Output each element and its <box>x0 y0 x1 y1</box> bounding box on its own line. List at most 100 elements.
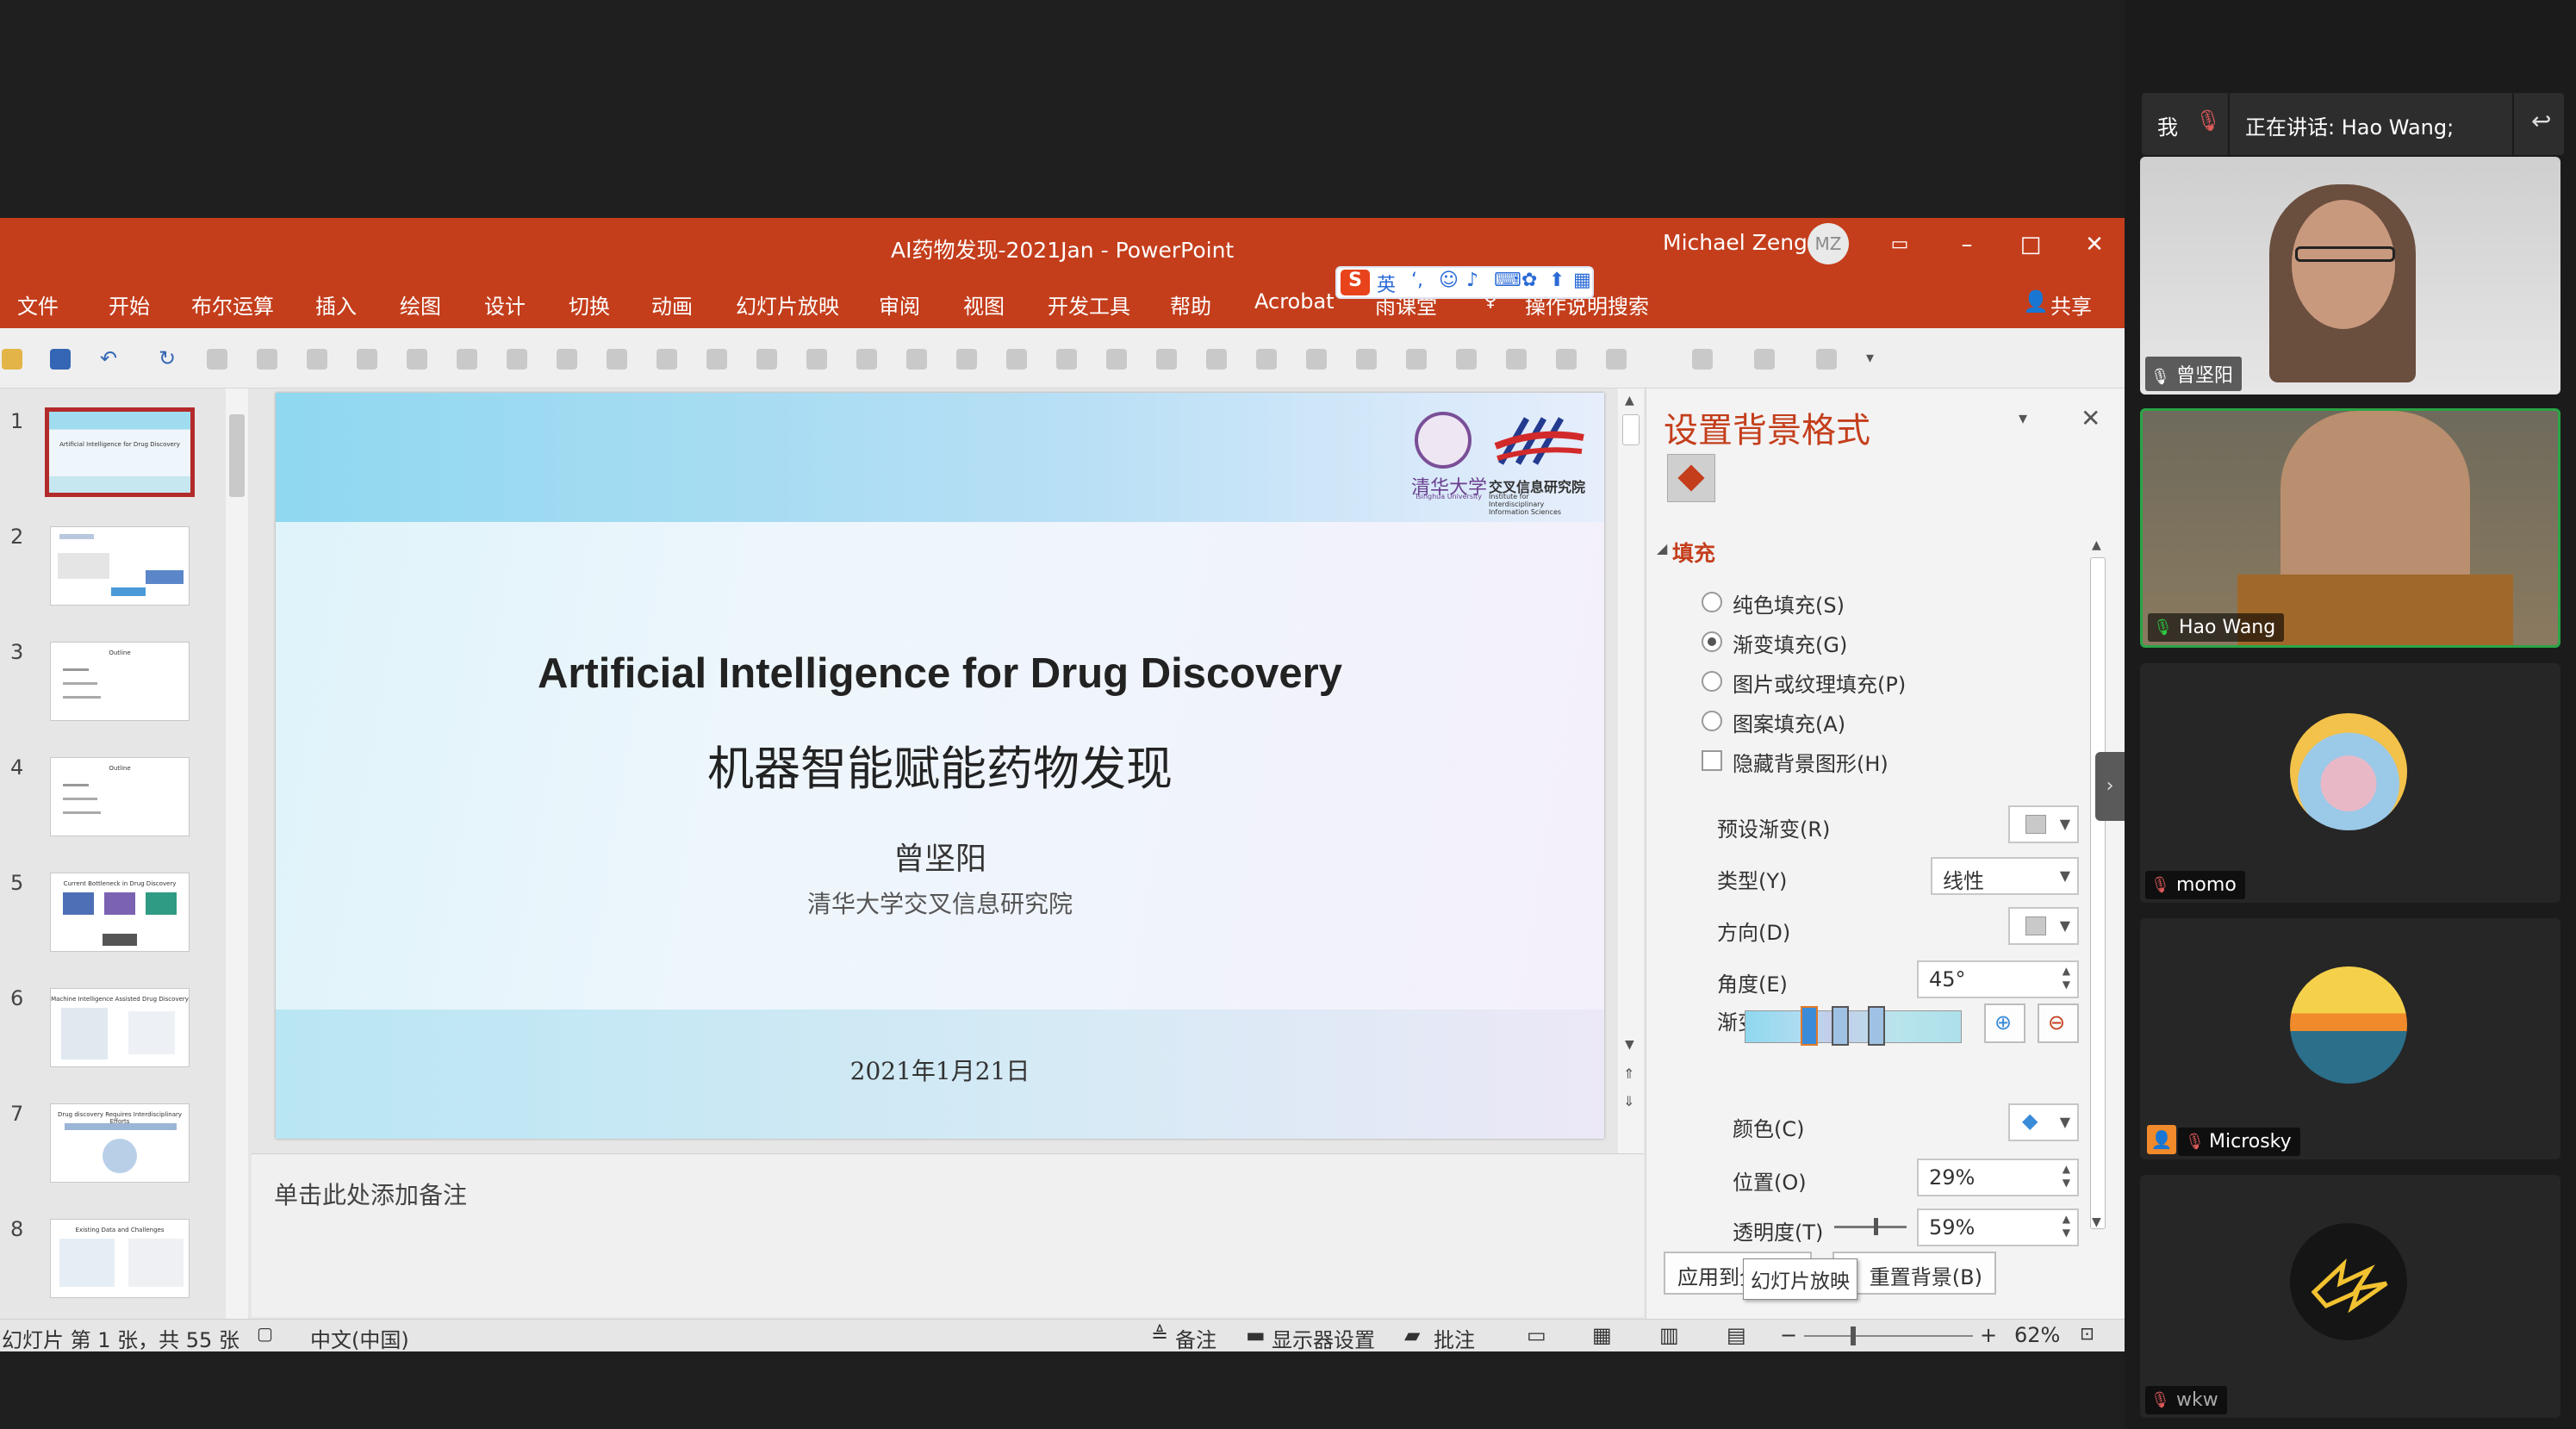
tool-icon-2[interactable] <box>257 349 277 370</box>
scrollbar-thumb[interactable] <box>229 414 245 497</box>
slideshow-view-icon[interactable]: ▤ <box>1727 1323 1746 1347</box>
tool-icon-28[interactable] <box>1556 349 1577 370</box>
tool-icon-4[interactable] <box>357 349 377 370</box>
tool-icon-21[interactable] <box>1206 349 1227 370</box>
comments-icon[interactable]: ▰ <box>1404 1323 1420 1347</box>
ime-keyboard-icon[interactable]: ⌨ <box>1494 270 1521 291</box>
tool-icon-7[interactable] <box>507 349 527 370</box>
tool-icon-11[interactable] <box>706 349 727 370</box>
save-icon[interactable] <box>50 349 71 370</box>
tool-icon-20[interactable] <box>1156 349 1177 370</box>
video-tile[interactable]: momo 🎙 <box>2140 663 2560 903</box>
tool-icon-18[interactable] <box>1056 349 1077 370</box>
position-input[interactable]: 29% ▲ ▼ <box>1917 1159 2079 1196</box>
tool-icon-1[interactable] <box>207 349 227 370</box>
thumb-slide-7[interactable]: Drug discovery Requires Interdisciplinar… <box>50 1103 190 1183</box>
maximize-button[interactable]: □ <box>2009 225 2052 264</box>
user-icon[interactable]: 👤 <box>2023 289 2049 314</box>
tool-icon-13[interactable] <box>806 349 827 370</box>
tool-icon-14[interactable] <box>856 349 877 370</box>
tool-icon-27[interactable] <box>1506 349 1527 370</box>
fill-bucket-icon[interactable] <box>1667 454 1715 502</box>
minimize-button[interactable]: – <box>1945 225 1988 264</box>
scroll-up-icon[interactable]: ▲ <box>1625 394 1634 407</box>
slide-subtitle[interactable]: 机器智能赋能药物发现 <box>276 730 1604 798</box>
slide-scrollbar[interactable]: ▲ ▼ ⇑ ⇓ <box>1618 388 1644 1153</box>
scroll-down-icon[interactable]: ▼ <box>1625 1038 1634 1052</box>
tab-boolean[interactable]: 布尔运算 <box>191 289 274 320</box>
slide-author[interactable]: 曾坚阳 <box>276 834 1604 879</box>
gradient-stop[interactable] <box>1832 1006 1849 1046</box>
ime-upload-icon[interactable]: ⬆ <box>1549 270 1565 291</box>
fit-to-window-icon[interactable]: ⊡ <box>2080 1323 2094 1344</box>
ime-toolbar[interactable]: S 英 ‘, ☺ ♪ ⌨ ✿ ⬆ ▦ <box>1335 266 1594 299</box>
ime-mic-icon[interactable]: ♪ <box>1466 270 1478 291</box>
collapse-arrow-icon[interactable]: ↩ <box>2531 107 2551 135</box>
tool-icon-24[interactable] <box>1356 349 1377 370</box>
tab-home[interactable]: 开始 <box>109 289 150 320</box>
tool-icon-22[interactable] <box>1256 349 1277 370</box>
video-tile[interactable]: wkw 🎙 <box>2140 1175 2560 1418</box>
tool-icon-19[interactable] <box>1106 349 1127 370</box>
tool-icon-12[interactable] <box>756 349 777 370</box>
tool-icon-17[interactable] <box>1006 349 1027 370</box>
radio-gradient-fill[interactable] <box>1702 631 1722 652</box>
tool-icon-26[interactable] <box>1456 349 1477 370</box>
color-picker-button[interactable]: ◆ ▼ <box>2008 1103 2079 1141</box>
type-dropdown[interactable]: 线性 ▼ <box>1931 857 2079 895</box>
accessibility-icon[interactable]: ▢ <box>257 1323 273 1344</box>
tool-icon-29[interactable] <box>1606 349 1627 370</box>
gradient-fill-label[interactable]: 渐变填充(G) <box>1733 628 1847 658</box>
add-stop-icon[interactable]: ⊕ <box>1984 1003 2025 1043</box>
fill-section-header[interactable]: 填充 <box>1672 537 1715 568</box>
thumb-slide-1[interactable]: Artificial Intelligence for Drug Discove… <box>45 407 195 497</box>
undo-icon[interactable]: ↶ <box>100 348 121 370</box>
slide-sorter-icon[interactable]: ▦ <box>1592 1323 1612 1347</box>
zoom-level[interactable]: 62% <box>2014 1323 2060 1347</box>
ime-punct-icon[interactable]: ‘, <box>1411 270 1423 291</box>
slide-canvas[interactable]: 清华大学 Tsinghua University 交叉信息研究院 Institu… <box>276 393 1604 1139</box>
tool-icon-3[interactable] <box>307 349 327 370</box>
ime-grid-icon[interactable]: ▦ <box>1573 270 1591 291</box>
ime-skin-icon[interactable]: ✿ <box>1521 270 1537 291</box>
ime-emoji-icon[interactable]: ☺ <box>1439 270 1459 291</box>
ribbon-display-icon[interactable]: ▭ <box>1878 225 1921 264</box>
tab-slideshow[interactable]: 幻灯片放映 <box>736 289 839 320</box>
video-tile[interactable]: 👤 Microsky 🎙 <box>2140 918 2560 1159</box>
tab-animations[interactable]: 动画 <box>651 289 693 320</box>
scrollbar-thumb[interactable] <box>2090 557 2106 1229</box>
tab-insert[interactable]: 插入 <box>315 289 357 320</box>
thumb-slide-8[interactable]: Existing Data and Challenges <box>50 1219 190 1298</box>
display-settings-button[interactable]: 显示器设置 <box>1272 1323 1375 1353</box>
remove-stop-icon[interactable]: ⊖ <box>2038 1003 2079 1043</box>
pane-options-icon[interactable]: ▾ <box>2019 407 2027 428</box>
thumbnails-scrollbar[interactable] <box>226 388 248 1319</box>
tool-icon-23[interactable] <box>1306 349 1327 370</box>
thumb-slide-6[interactable]: Machine Intelligence Assisted Drug Disco… <box>50 988 190 1067</box>
share-button[interactable]: 共享 <box>2050 289 2092 320</box>
open-icon[interactable] <box>2 349 22 370</box>
language-indicator[interactable]: 中文(中国) <box>310 1323 409 1353</box>
zoom-slider[interactable] <box>1804 1335 1973 1337</box>
customize-toolbar-icon[interactable]: ▾ <box>1866 349 1887 370</box>
thumb-slide-2[interactable] <box>50 526 190 606</box>
collapse-triangle-icon[interactable]: ◢ <box>1657 540 1667 556</box>
prev-slide-icon[interactable]: ⇑ <box>1623 1066 1634 1082</box>
thumb-slide-4[interactable]: Outline <box>50 757 190 836</box>
video-tile[interactable]: 曾坚阳 🎙 <box>2140 157 2560 395</box>
spinner-icon[interactable]: ▲ ▼ <box>2063 964 2070 991</box>
preset-gradient-dropdown[interactable]: ▼ <box>2008 805 2079 843</box>
zoom-slider-thumb[interactable] <box>1851 1326 1856 1345</box>
zoom-in-icon[interactable]: + <box>1980 1323 1997 1347</box>
user-avatar[interactable]: MZ <box>1808 223 1849 264</box>
tool-icon-10[interactable] <box>656 349 677 370</box>
notes-placeholder[interactable]: 单击此处添加备注 <box>274 1177 467 1211</box>
radio-solid-fill[interactable] <box>1702 592 1722 612</box>
tool-icon-25[interactable] <box>1406 349 1427 370</box>
transparency-input[interactable]: 59% ▲ ▼ <box>1917 1208 2079 1246</box>
tab-acrobat[interactable]: Acrobat <box>1254 289 1335 314</box>
picture-fill-label[interactable]: 图片或纹理填充(P) <box>1733 668 1906 698</box>
comments-button[interactable]: 批注 <box>1434 1323 1475 1353</box>
notes-pane[interactable]: 单击此处添加备注 <box>252 1153 1644 1317</box>
display-settings-icon[interactable]: ▬ <box>1246 1323 1266 1347</box>
